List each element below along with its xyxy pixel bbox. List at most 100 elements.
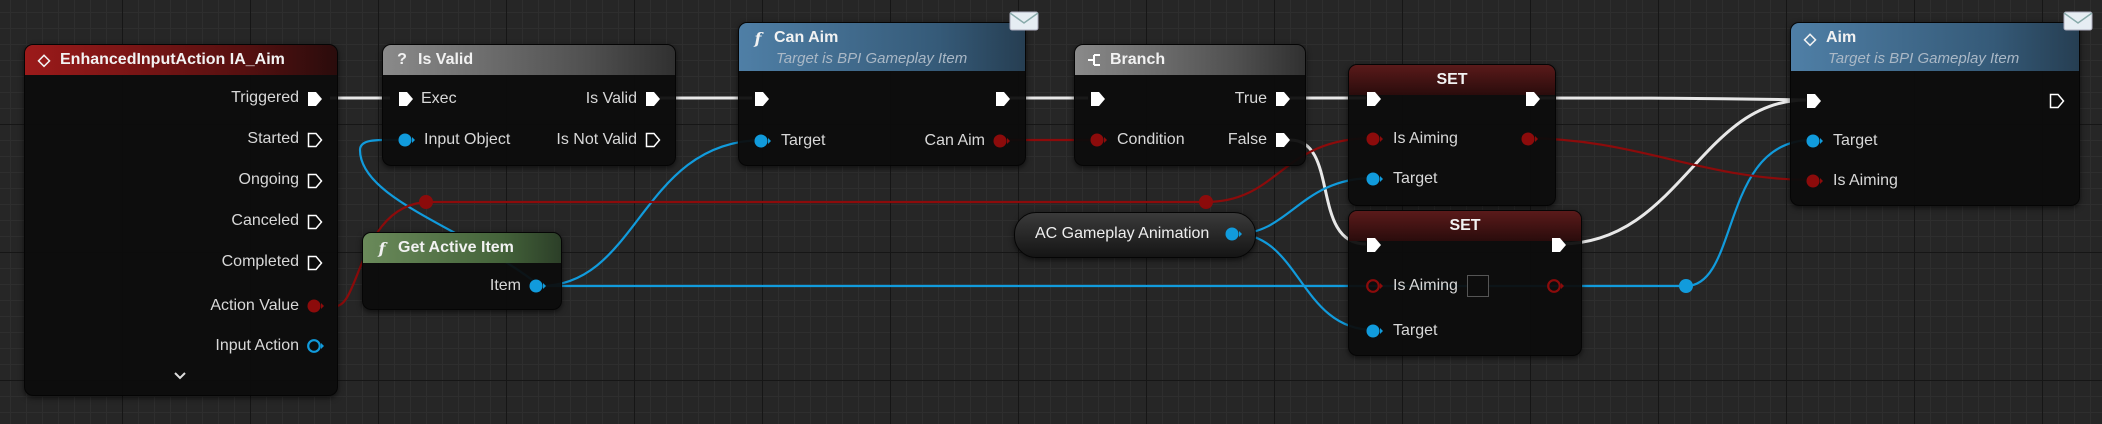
exec-pin-in[interactable]: [754, 91, 770, 107]
pin-label-ongoing: Ongoing: [238, 171, 300, 188]
pin-label-target: Target: [781, 132, 826, 149]
exec-pin-is-valid[interactable]: [645, 91, 661, 107]
ac-gameplay-animation-getter[interactable]: AC Gameplay Animation: [1014, 212, 1256, 258]
pin-label-triggered: Triggered: [231, 89, 299, 106]
object-pin-target[interactable]: [754, 133, 772, 149]
node-header[interactable]: ? Is Valid: [383, 45, 675, 75]
pin-label-canceled: Canceled: [231, 212, 299, 229]
aim-node[interactable]: ◇ Aim Target is BPI Gameplay Item Target…: [1790, 11, 2093, 206]
pin-label-input-action: Input Action: [215, 337, 299, 354]
exec-pin-exec-in[interactable]: [398, 91, 414, 107]
object-pin-target[interactable]: [1806, 133, 1824, 149]
pin-label-can-aim: Can Aim: [924, 132, 985, 149]
pin-label-false: False: [1227, 131, 1267, 148]
bool-reroute-knot-right[interactable]: [1199, 195, 1213, 209]
exec-pin-ongoing[interactable]: [307, 173, 323, 189]
exec-pin-out[interactable]: [995, 91, 1011, 107]
exec-pin-in[interactable]: [1366, 91, 1382, 107]
exec-pin-in[interactable]: [1366, 237, 1382, 253]
set-is-aiming-node-bottom[interactable]: SET Is Aiming Target: [1348, 210, 1582, 356]
function-icon: f: [754, 29, 762, 48]
node-title: Can Aim: [774, 29, 839, 46]
enhanced-input-action-node[interactable]: ◇ EnhancedInputAction IA_Aim Triggered S…: [24, 44, 338, 396]
object-pin-target[interactable]: [1366, 323, 1384, 339]
node-header[interactable]: ◇ EnhancedInputAction IA_Aim: [25, 45, 337, 75]
object-pin-input-object[interactable]: [398, 132, 416, 148]
get-active-item-node[interactable]: f Get Active Item Item: [362, 232, 562, 310]
variable-name: AC Gameplay Animation: [1035, 225, 1210, 242]
message-envelope-icon: [2063, 11, 2093, 31]
exec-pin-true[interactable]: [1275, 91, 1291, 107]
exec-pin-in[interactable]: [1090, 91, 1106, 107]
node-subtitle: Target is BPI Gameplay Item: [776, 50, 968, 67]
function-icon: f: [378, 238, 386, 258]
pin-label-target: Target: [1393, 322, 1438, 339]
node-title: SET: [1436, 71, 1468, 88]
bool-pin-is-aiming-in[interactable]: [1366, 278, 1384, 294]
node-header[interactable]: Branch: [1075, 45, 1305, 75]
blueprint-graph[interactable]: ◇ EnhancedInputAction IA_Aim Triggered S…: [0, 0, 2102, 424]
bool-pin-is-aiming-in[interactable]: [1366, 131, 1384, 147]
node-header[interactable]: SET: [1349, 211, 1581, 241]
pin-label-target: Target: [1833, 132, 1878, 149]
pin-label-is-not-valid: Is Not Valid: [556, 131, 637, 148]
event-diamond-icon: ◇: [1803, 31, 1817, 48]
pin-label-is-valid: Is Valid: [585, 90, 637, 107]
node-title: Get Active Item: [398, 239, 514, 256]
node-header[interactable]: f Can Aim Target is BPI Gameplay Item: [739, 23, 1025, 71]
object-reroute-knot[interactable]: [1679, 279, 1693, 293]
branch-node[interactable]: Branch Condition True False: [1074, 44, 1306, 166]
object-pin-item[interactable]: [529, 278, 547, 294]
pin-label-target: Target: [1393, 170, 1438, 187]
node-title: Aim: [1826, 29, 1857, 46]
is-valid-node[interactable]: ? Is Valid Exec Input Object Is Valid Is…: [382, 44, 676, 166]
node-title: EnhancedInputAction IA_Aim: [60, 51, 285, 68]
bool-reroute-knot-left[interactable]: [419, 195, 433, 209]
node-header[interactable]: f Get Active Item: [363, 233, 561, 263]
can-aim-node[interactable]: f Can Aim Target is BPI Gameplay Item Ta…: [738, 11, 1039, 166]
message-envelope-icon: [1009, 11, 1039, 31]
object-pin-target[interactable]: [1366, 171, 1384, 187]
bool-pin-can-aim[interactable]: [993, 133, 1011, 149]
is-aiming-checkbox[interactable]: [1467, 275, 1489, 297]
bool-pin-action-value[interactable]: [307, 298, 325, 314]
bool-wire-settop-to-aim[interactable]: [1519, 136, 1815, 182]
bool-pin-is-aiming-out[interactable]: [1521, 131, 1539, 147]
bool-pin-condition[interactable]: [1090, 132, 1108, 148]
pin-label-is-aiming: Is Aiming: [1393, 130, 1458, 147]
node-title: Branch: [1110, 51, 1166, 68]
object-pin-input-action[interactable]: [307, 338, 325, 354]
question-mark-icon: ?: [397, 51, 407, 68]
exec-pin-out[interactable]: [2049, 93, 2065, 109]
pin-label-item: Item: [489, 277, 521, 294]
event-diamond-icon: ◇: [37, 52, 51, 69]
branch-icon: [1088, 54, 1100, 66]
pin-label-is-aiming: Is Aiming: [1833, 172, 1898, 189]
exec-pin-triggered[interactable]: [307, 91, 323, 107]
exec-wire-settop-to-aim[interactable]: [1539, 96, 1807, 102]
pin-label-completed: Completed: [221, 253, 299, 270]
node-subtitle: Target is BPI Gameplay Item: [1828, 50, 2020, 67]
chevron-down-icon[interactable]: [173, 371, 187, 381]
bool-pin-is-aiming-out[interactable]: [1547, 278, 1565, 294]
exec-pin-out[interactable]: [1525, 91, 1541, 107]
exec-pin-started[interactable]: [307, 132, 323, 148]
exec-pin-is-not-valid[interactable]: [645, 132, 661, 148]
pin-label-true: True: [1234, 90, 1267, 107]
pin-label-is-aiming: Is Aiming: [1393, 277, 1458, 294]
exec-wire-setbottom-to-aim[interactable]: [1559, 98, 1807, 246]
exec-pin-false[interactable]: [1275, 132, 1291, 148]
bool-pin-is-aiming[interactable]: [1806, 173, 1824, 189]
exec-pin-canceled[interactable]: [307, 214, 323, 230]
exec-pin-completed[interactable]: [307, 255, 323, 271]
pin-label-exec: Exec: [421, 90, 457, 107]
node-header[interactable]: ◇ Aim Target is BPI Gameplay Item: [1791, 23, 2079, 71]
pin-label-action-value: Action Value: [210, 297, 299, 314]
node-title: Is Valid: [418, 51, 474, 68]
exec-pin-in[interactable]: [1806, 93, 1822, 109]
pin-label-input-object: Input Object: [424, 131, 511, 148]
pin-label-started: Started: [247, 130, 299, 147]
object-pin-ac-gameplay-animation[interactable]: [1225, 226, 1243, 242]
exec-pin-out[interactable]: [1551, 237, 1567, 253]
set-is-aiming-node-top[interactable]: SET Is Aiming Target: [1348, 64, 1556, 206]
